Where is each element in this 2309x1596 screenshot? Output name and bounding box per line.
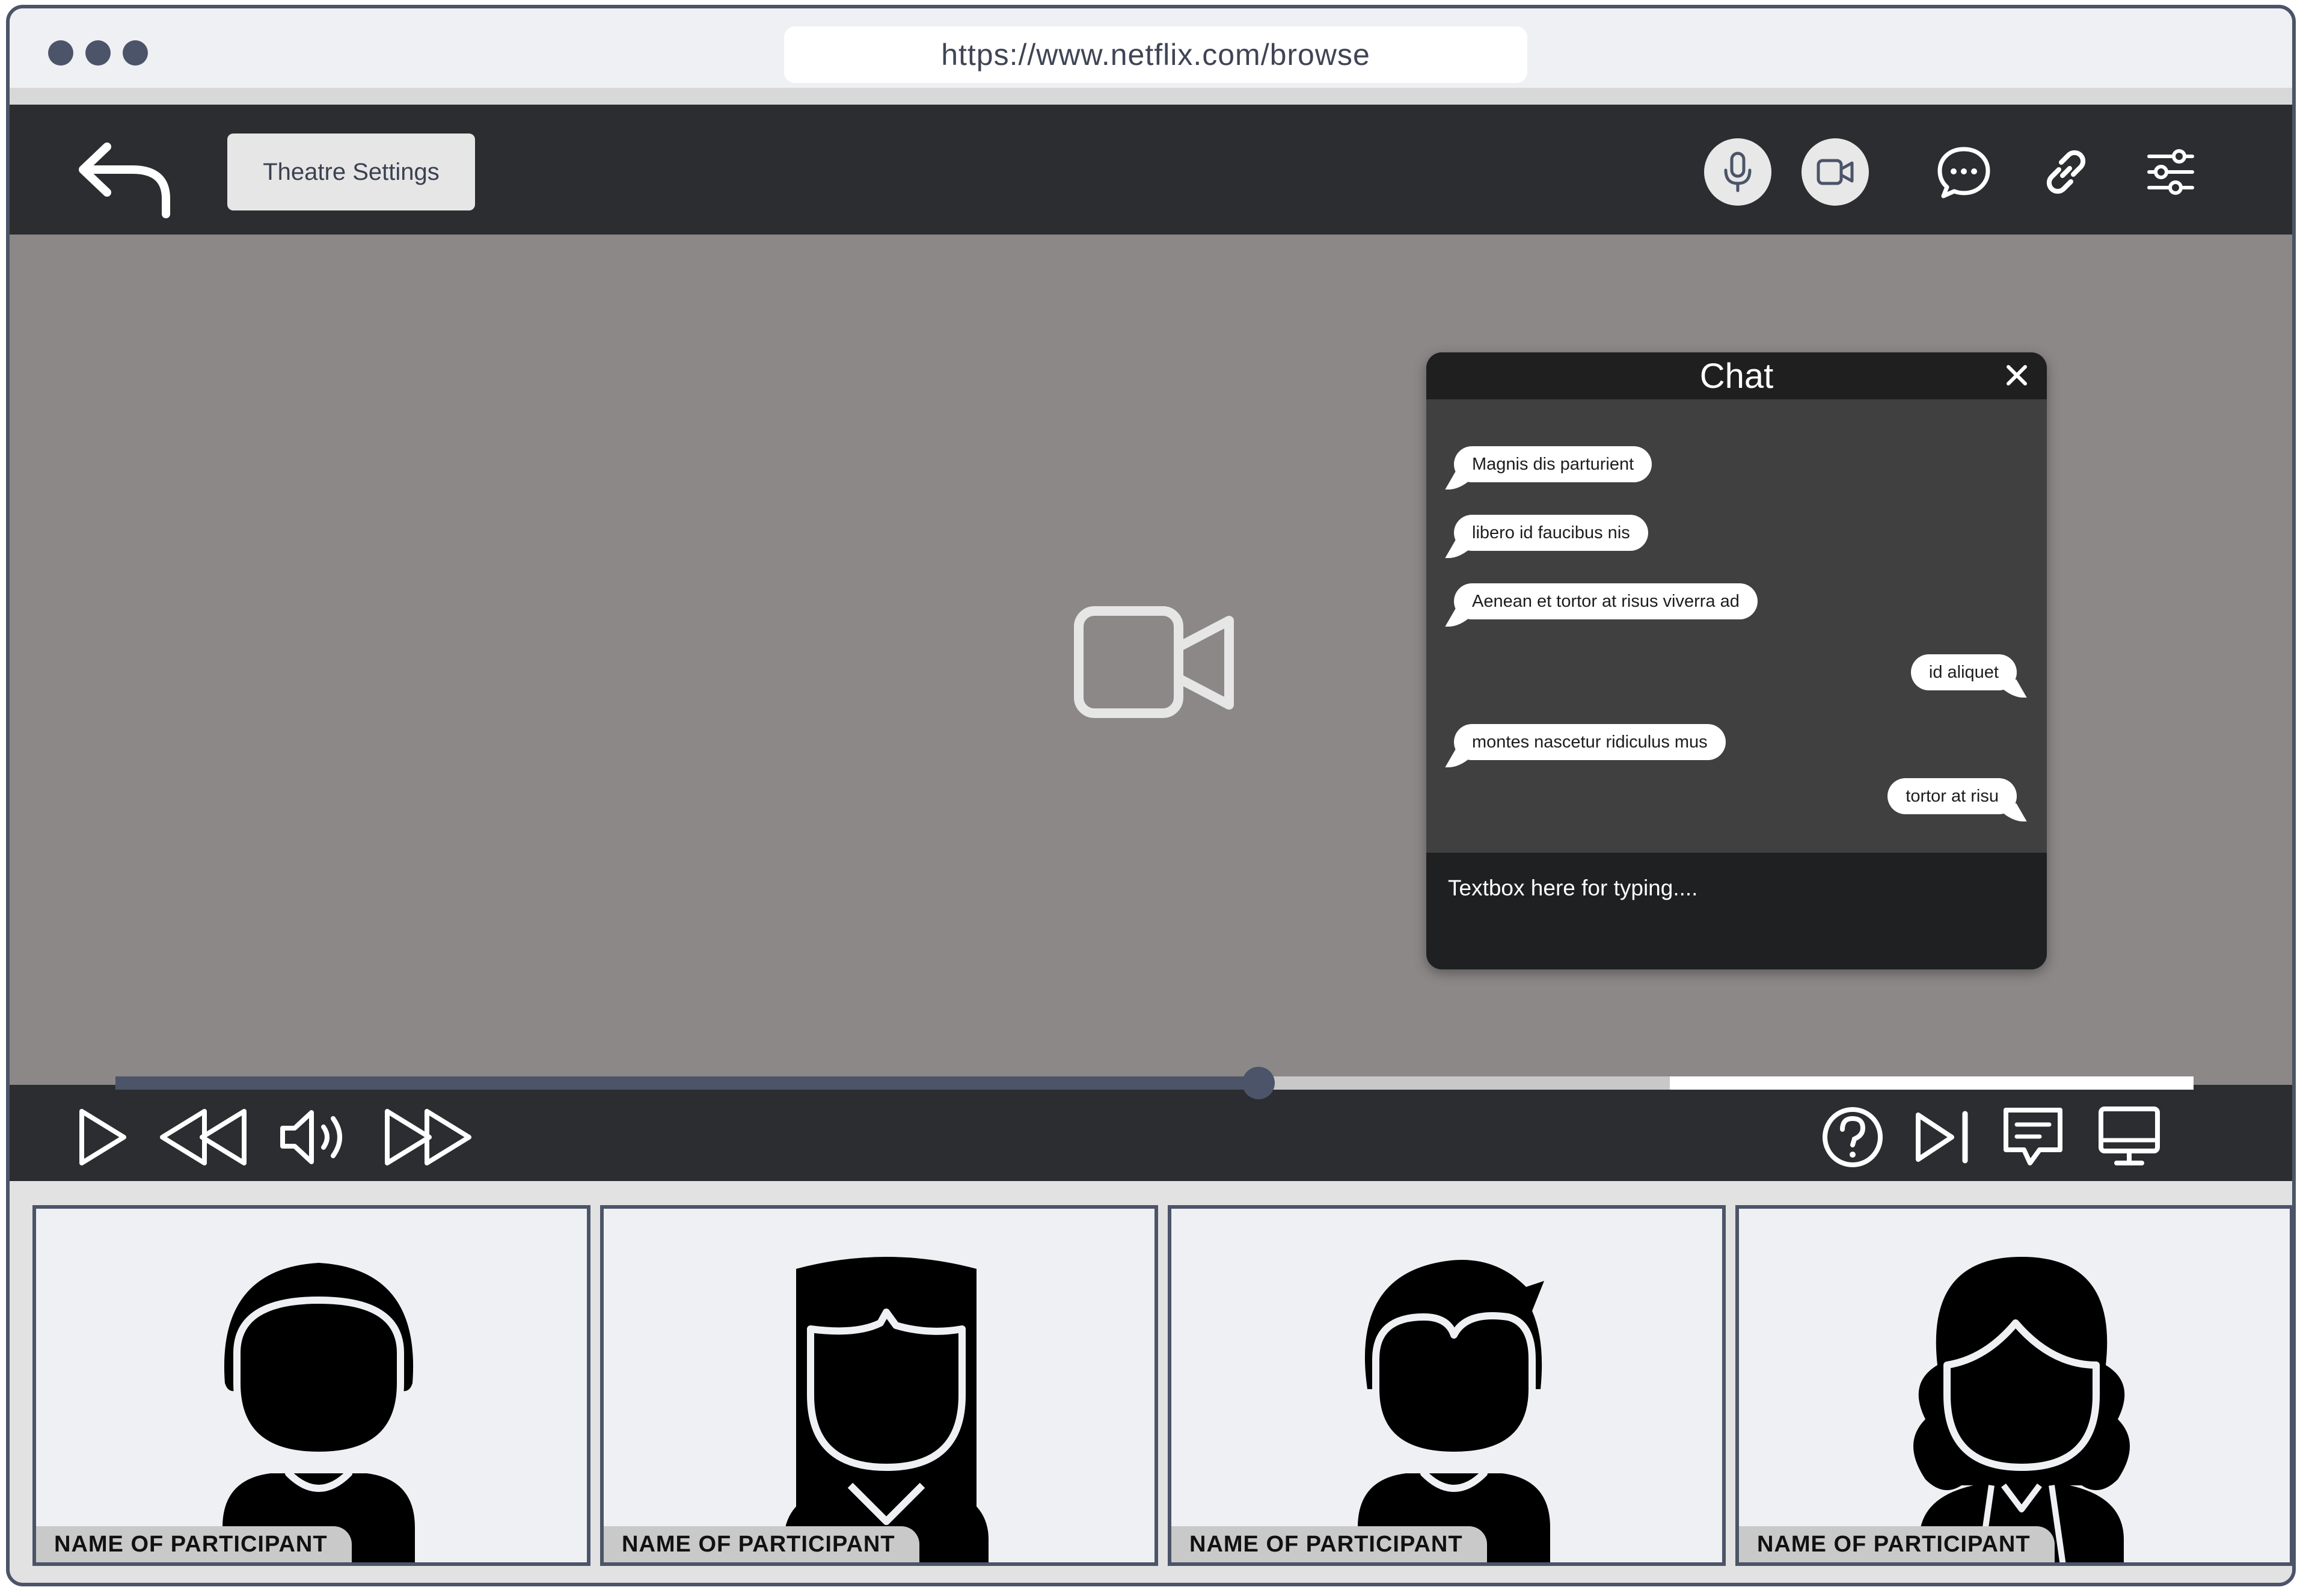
back-arrow-icon[interactable]: [70, 136, 178, 220]
help-icon[interactable]: [1820, 1104, 1886, 1170]
chat-message-text: libero id faucibus nis: [1472, 523, 1630, 542]
participant-name-text: NAME OF PARTICIPANT: [1757, 1531, 2031, 1557]
url-text: https://www.netflix.com/browse: [941, 38, 1370, 72]
participants-strip: NAME OF PARTICIPANT NAME OF PARTICIPANT: [10, 1181, 2292, 1583]
video-area[interactable]: Chat Magnis dis parturient libero id fau…: [10, 235, 2292, 1085]
avatar-icon: [1358, 1260, 1550, 1562]
player-controls: [10, 1085, 2292, 1181]
chat-message-text: Aenean et tortor at risus viverra ad: [1472, 591, 1740, 611]
participant-tile[interactable]: NAME OF PARTICIPANT: [600, 1205, 1158, 1566]
link-icon[interactable]: [2036, 142, 2096, 202]
window-maximize-dot[interactable]: [123, 40, 148, 66]
microphone-icon: [1724, 152, 1752, 192]
participant-tile[interactable]: NAME OF PARTICIPANT: [32, 1205, 590, 1566]
progress-buffer: [1670, 1076, 2194, 1090]
skip-next-icon[interactable]: [1910, 1104, 1976, 1170]
window-minimize-dot[interactable]: [85, 40, 111, 66]
chat-message: tortor at risu: [1887, 778, 2017, 814]
video-placeholder-icon: [1074, 606, 1234, 718]
microphone-button[interactable]: [1704, 138, 1771, 206]
browser-chrome: https://www.netflix.com/browse: [10, 8, 2292, 88]
chat-input-placeholder: Textbox here for typing....: [1448, 876, 1698, 900]
chat-title: Chat: [1699, 356, 1774, 396]
chat-input[interactable]: Textbox here for typing....: [1426, 853, 2047, 969]
subtitles-icon[interactable]: [2000, 1104, 2066, 1170]
chat-message: id aliquet: [1910, 654, 2017, 690]
address-bar[interactable]: https://www.netflix.com/browse: [784, 26, 1527, 83]
screen-icon[interactable]: [2096, 1104, 2162, 1170]
rewind-icon[interactable]: [154, 1104, 256, 1170]
fast-forward-icon[interactable]: [376, 1104, 479, 1170]
avatar-icon: [1913, 1257, 2130, 1562]
chat-message-text: Magnis dis parturient: [1472, 454, 1634, 474]
participant-name-text: NAME OF PARTICIPANT: [54, 1531, 328, 1557]
participant-name: NAME OF PARTICIPANT: [1739, 1526, 2055, 1562]
participant-name: NAME OF PARTICIPANT: [604, 1526, 919, 1562]
chat-message-text: tortor at risu: [1906, 786, 1999, 806]
participant-tile[interactable]: NAME OF PARTICIPANT: [1735, 1205, 2292, 1566]
settings-sliders-icon[interactable]: [2141, 142, 2201, 202]
theatre-settings-button[interactable]: Theatre Settings: [227, 134, 475, 210]
volume-icon[interactable]: [274, 1104, 352, 1170]
participant-name: NAME OF PARTICIPANT: [1171, 1526, 1487, 1562]
participant-tile[interactable]: NAME OF PARTICIPANT: [1168, 1205, 1726, 1566]
theatre-settings-label: Theatre Settings: [263, 158, 440, 185]
chat-panel: Chat Magnis dis parturient libero id fau…: [1426, 352, 2047, 969]
progress-fill: [115, 1076, 1259, 1090]
chrome-divider: [10, 88, 2292, 105]
chat-message-text: montes nascetur ridiculus mus: [1472, 732, 1708, 752]
chat-message: libero id faucibus nis: [1454, 515, 1648, 551]
chat-message: Magnis dis parturient: [1454, 446, 1652, 482]
chat-message: montes nascetur ridiculus mus: [1454, 724, 1726, 760]
play-icon[interactable]: [69, 1104, 135, 1170]
avatar-icon: [784, 1257, 989, 1562]
window-close-dot[interactable]: [48, 40, 73, 66]
close-icon[interactable]: [2002, 361, 2031, 390]
camera-button[interactable]: [1802, 138, 1869, 206]
chat-header: Chat: [1426, 352, 2047, 399]
top-bar: Theatre Settings: [10, 105, 2292, 235]
participant-name-text: NAME OF PARTICIPANT: [1189, 1531, 1463, 1557]
chat-icon[interactable]: [1934, 142, 1994, 202]
video-camera-icon: [1817, 159, 1854, 185]
participant-name: NAME OF PARTICIPANT: [36, 1526, 352, 1562]
participant-name-text: NAME OF PARTICIPANT: [622, 1531, 895, 1557]
chat-message-text: id aliquet: [1928, 662, 1999, 682]
chat-message: Aenean et tortor at risus viverra ad: [1454, 583, 1758, 619]
browser-window: https://www.netflix.com/browse Theatre S…: [6, 5, 2296, 1586]
progress-handle[interactable]: [1242, 1067, 1275, 1099]
progress-track[interactable]: [115, 1076, 2194, 1090]
avatar-icon: [222, 1263, 415, 1562]
